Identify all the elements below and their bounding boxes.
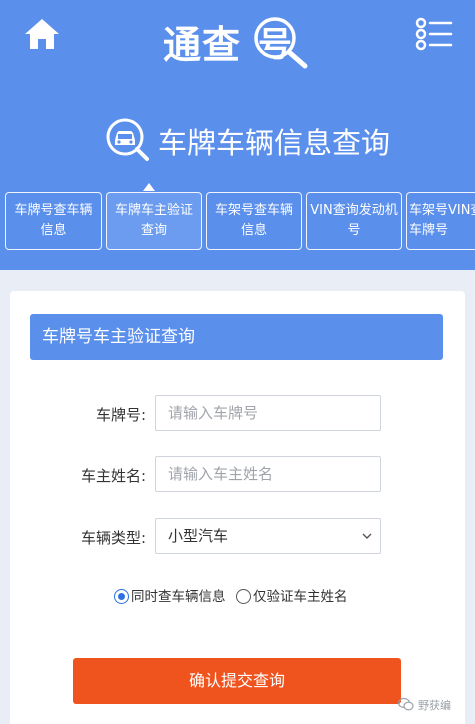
owner-name-input[interactable]	[155, 456, 381, 492]
wechat-icon	[398, 697, 414, 711]
hero-heading: 车牌车辆信息查询	[104, 116, 404, 166]
plate-input[interactable]	[155, 395, 381, 431]
watermark-text: 野获编	[418, 699, 451, 712]
radio-dot-checked[interactable]	[114, 589, 129, 604]
logo-last-char: 号	[258, 25, 292, 65]
menu-button[interactable]	[414, 16, 454, 52]
home-icon	[25, 19, 59, 49]
tab-vin-vehicle-info[interactable]: 车架号查车辆 信息	[206, 192, 302, 250]
form-section-title: 车牌号车主验证查询	[30, 314, 443, 360]
page: 通查 号 车牌车辆信息查询 车牌号查车辆 信息 车牌车主验证 查询 车架号查车辆…	[0, 0, 475, 724]
chevron-down-icon	[362, 533, 372, 539]
site-logo[interactable]: 通查 号	[163, 10, 313, 70]
vehicle-type-value: 小型汽车	[168, 527, 229, 545]
radio-dot-unchecked[interactable]	[236, 589, 251, 604]
radio-owner-only[interactable]: 仅验证车主姓名	[236, 587, 356, 607]
car-search-icon	[106, 118, 149, 161]
plate-label: 车牌号:	[95, 406, 146, 424]
vehicle-type-label: 车辆类型:	[80, 529, 146, 547]
tab-plate-owner-verify[interactable]: 车牌车主验证 查询	[106, 192, 202, 250]
submit-query-button[interactable]: 确认提交查询	[73, 658, 401, 704]
hero-banner: 车牌车辆信息查询 车牌号查车辆 信息 车牌车主验证 查询 车架号查车辆 信息 V…	[0, 80, 475, 270]
radio-with-vehicle-info[interactable]: 同时查车辆信息	[114, 587, 229, 607]
radio-label: 仅验证车主姓名	[253, 589, 348, 605]
tab-vin-engine[interactable]: VIN查询发动机 号	[306, 192, 402, 250]
tab-vin-plate[interactable]: 车架号VIN查 车牌号	[406, 192, 475, 250]
hero-title: 车牌车辆信息查询	[158, 126, 391, 160]
logo-text: 通查	[163, 23, 242, 67]
tab-plate-vehicle-info[interactable]: 车牌号查车辆 信息	[5, 192, 102, 250]
top-bar: 通查 号	[0, 0, 475, 80]
home-button[interactable]	[22, 16, 62, 52]
owner-name-label: 车主姓名:	[80, 467, 146, 485]
magnifier-icon: 号	[251, 14, 313, 70]
vehicle-type-select[interactable]: 小型汽车	[155, 518, 381, 554]
query-form-card: 车牌号车主验证查询 车牌号: 车主姓名: 车辆类型: 小型汽车 同时查车辆信息 …	[10, 291, 465, 724]
radio-label: 同时查车辆信息	[131, 589, 226, 605]
menu-list-icon	[415, 17, 453, 51]
active-tab-caret	[143, 183, 155, 191]
